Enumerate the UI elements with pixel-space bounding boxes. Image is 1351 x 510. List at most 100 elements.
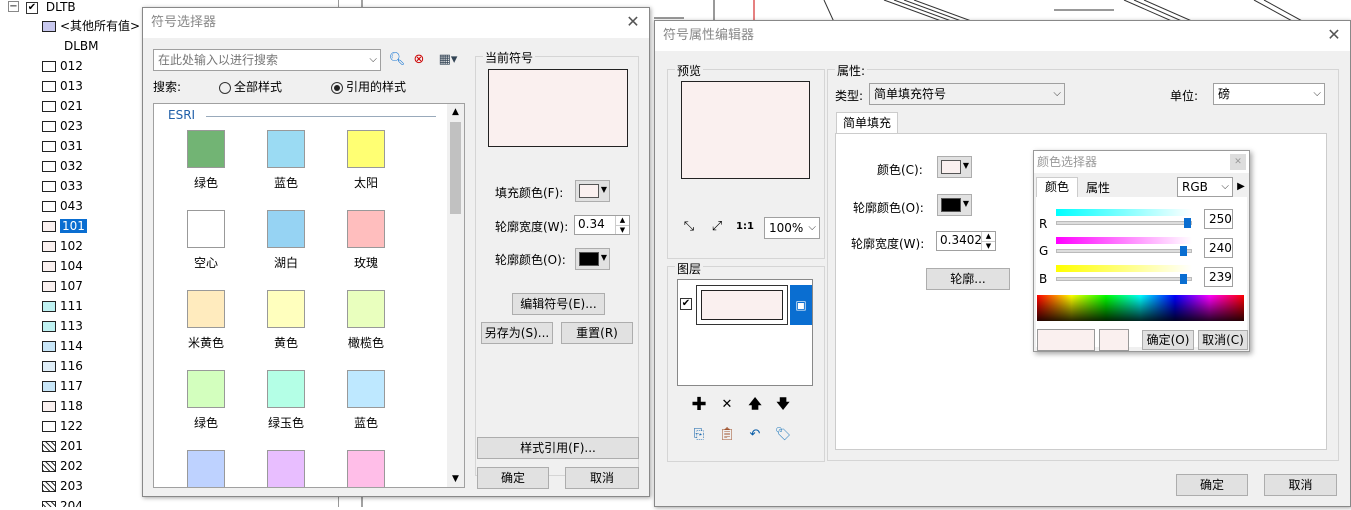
- unit-select[interactable]: 磅 ⌵: [1213, 83, 1325, 105]
- legend-item[interactable]: 101: [42, 216, 87, 236]
- tree-other-values[interactable]: <其他所有值>: [42, 16, 140, 36]
- tag-icon[interactable]: 🏷︎: [773, 425, 793, 445]
- symbol-item[interactable]: 湖白: [246, 210, 326, 271]
- radio-referenced-styles[interactable]: 引用的样式: [331, 78, 406, 95]
- legend-item[interactable]: 111: [42, 296, 83, 316]
- outline-button[interactable]: 轮廓...: [926, 268, 1010, 290]
- edit-symbol-button[interactable]: 编辑符号(E)...: [512, 293, 605, 315]
- b-slider[interactable]: [1056, 277, 1192, 281]
- spin-up-icon[interactable]: ▲: [615, 216, 629, 225]
- radio-all-styles[interactable]: 全部样式: [219, 78, 282, 95]
- map-canvas-top[interactable]: [654, 0, 1351, 22]
- scroll-thumb[interactable]: [450, 122, 461, 214]
- g-value-input[interactable]: 240: [1204, 238, 1233, 258]
- symbol-item[interactable]: 太阳: [326, 130, 406, 191]
- outline-color-button[interactable]: ▼: [937, 194, 972, 216]
- legend-item[interactable]: 021: [42, 96, 83, 116]
- legend-item[interactable]: 117: [42, 376, 83, 396]
- symbol-item[interactable]: 黄色: [246, 290, 326, 351]
- expand-arrow-icon[interactable]: ▶: [1234, 178, 1248, 196]
- layer-checkbox[interactable]: ✔: [26, 1, 38, 14]
- symbol-item[interactable]: 绿色: [166, 370, 246, 431]
- outline-width-stepper[interactable]: 0.34 ▲ ▼: [574, 215, 630, 235]
- spin-up-icon[interactable]: ▲: [981, 232, 995, 241]
- color-ok-button[interactable]: 确定(O): [1142, 330, 1194, 350]
- search-input[interactable]: 在此处输入以进行搜索 ⌵: [153, 49, 381, 71]
- paste-layer-icon[interactable]: 📋︎: [717, 425, 737, 445]
- remove-layer-icon[interactable]: ✕: [717, 395, 737, 415]
- view-options-icon[interactable]: ▦▾: [433, 50, 463, 70]
- legend-item[interactable]: 032: [42, 156, 83, 176]
- color-spectrum[interactable]: [1037, 295, 1244, 321]
- scroll-up-icon[interactable]: ▲: [447, 104, 464, 120]
- spin-down-icon[interactable]: ▼: [981, 241, 995, 250]
- g-slider[interactable]: [1056, 249, 1192, 253]
- close-icon[interactable]: ✕: [625, 14, 641, 30]
- color-cancel-button[interactable]: 取消(C): [1198, 330, 1248, 350]
- move-down-icon[interactable]: 🡇: [773, 395, 793, 415]
- tab-properties[interactable]: 属性: [1078, 179, 1118, 197]
- r-slider-thumb[interactable]: [1184, 218, 1191, 228]
- legend-item[interactable]: 202: [42, 456, 83, 476]
- symbol-item[interactable]: 绿玉色: [246, 370, 326, 431]
- collapse-icon[interactable]: −: [8, 1, 19, 12]
- tab-simple-fill[interactable]: 简单填充: [836, 112, 898, 134]
- lock-layer-icon[interactable]: ▣: [790, 285, 812, 325]
- cancel-button[interactable]: 取消: [565, 467, 639, 489]
- legend-item[interactable]: 104: [42, 256, 83, 276]
- legend-item[interactable]: 203: [42, 476, 83, 496]
- legend-item[interactable]: 031: [42, 136, 83, 156]
- save-as-button[interactable]: 另存为(S)...: [481, 322, 553, 344]
- b-value-input[interactable]: 239: [1204, 267, 1233, 287]
- zoom-fit-icon[interactable]: ⤡: [679, 217, 699, 237]
- color-button[interactable]: ▼: [937, 156, 972, 178]
- scroll-down-icon[interactable]: ▼: [447, 471, 464, 487]
- layer-visible-checkbox[interactable]: ✔: [680, 298, 692, 310]
- symbol-item[interactable]: [246, 450, 326, 487]
- legend-item[interactable]: 116: [42, 356, 83, 376]
- zoom-actual-icon[interactable]: 1:1: [735, 217, 755, 237]
- cancel-button[interactable]: 取消: [1264, 474, 1337, 496]
- legend-item[interactable]: 013: [42, 76, 83, 96]
- r-slider[interactable]: [1056, 221, 1192, 225]
- clear-search-icon[interactable]: ⊗: [409, 50, 429, 70]
- copy-layer-icon[interactable]: ⎘: [689, 425, 709, 445]
- symbol-item[interactable]: 绿色: [166, 130, 246, 191]
- spin-down-icon[interactable]: ▼: [615, 225, 629, 234]
- tree-root-row[interactable]: − ✔ DLTB: [0, 0, 76, 17]
- legend-item[interactable]: 114: [42, 336, 83, 356]
- zoom-extent-icon[interactable]: ⤢: [707, 217, 727, 237]
- symbol-item[interactable]: 米黄色: [166, 290, 246, 351]
- legend-item[interactable]: 122: [42, 416, 83, 436]
- layer-item[interactable]: [696, 285, 788, 325]
- symbol-item[interactable]: [326, 450, 406, 487]
- close-icon[interactable]: ✕: [1326, 27, 1342, 43]
- symbol-item[interactable]: 蓝色: [246, 130, 326, 191]
- search-icon[interactable]: 🔍︎: [387, 50, 407, 70]
- symbol-item[interactable]: 蓝色: [326, 370, 406, 431]
- fill-color-button[interactable]: ▼: [575, 180, 610, 202]
- move-up-icon[interactable]: 🡅: [745, 395, 765, 415]
- tab-color[interactable]: 颜色: [1036, 177, 1078, 197]
- close-icon[interactable]: ✕: [1230, 154, 1246, 170]
- style-references-button[interactable]: 样式引用(F)...: [477, 437, 639, 459]
- color-model-select[interactable]: RGB ⌵: [1177, 177, 1233, 197]
- legend-item[interactable]: 201: [42, 436, 83, 456]
- legend-item[interactable]: 023: [42, 116, 83, 136]
- legend-item[interactable]: 012: [42, 56, 83, 76]
- legend-item[interactable]: 113: [42, 316, 83, 336]
- outline-color-button[interactable]: ▼: [575, 248, 610, 270]
- zoom-select[interactable]: 100% ⌵: [764, 217, 820, 239]
- symbol-item[interactable]: 空心: [166, 210, 246, 271]
- legend-item[interactable]: 102: [42, 236, 83, 256]
- legend-item[interactable]: 204: [42, 496, 83, 507]
- ok-button[interactable]: 确定: [1176, 474, 1248, 496]
- outline-width-stepper[interactable]: 0.3402 ▲ ▼: [936, 231, 996, 251]
- b-slider-thumb[interactable]: [1180, 274, 1187, 284]
- add-layer-icon[interactable]: ✚: [689, 395, 709, 415]
- legend-item[interactable]: 033: [42, 176, 83, 196]
- type-select[interactable]: 简单填充符号 ⌵: [869, 83, 1065, 105]
- r-value-input[interactable]: 250: [1204, 209, 1233, 229]
- legend-item[interactable]: 043: [42, 196, 83, 216]
- legend-item[interactable]: 107: [42, 276, 83, 296]
